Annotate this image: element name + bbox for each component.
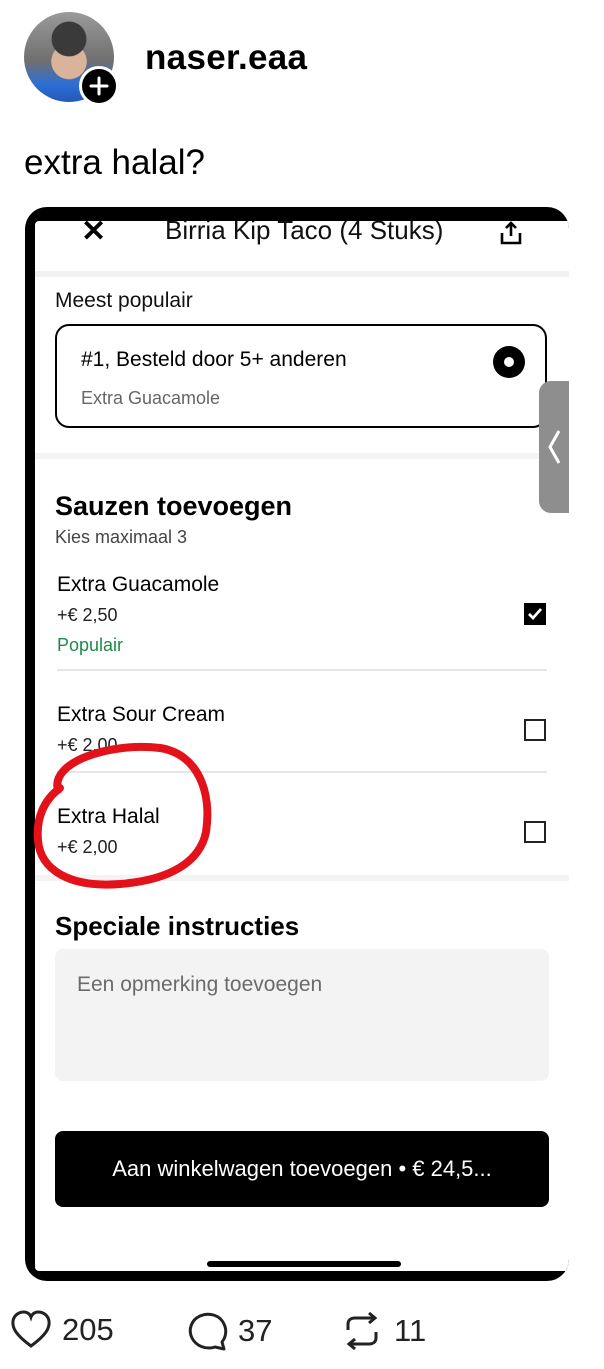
username[interactable]: naser.eaa xyxy=(145,38,307,78)
repost-icon xyxy=(346,1311,378,1351)
popular-card-title: #1, Besteld door 5+ anderen xyxy=(81,348,347,371)
home-indicator xyxy=(207,1261,401,1267)
popular-tag: Populair xyxy=(57,635,124,655)
comment-count: 37 xyxy=(238,1313,273,1348)
share-icon[interactable] xyxy=(499,221,523,250)
option-price: +€ 2,50 xyxy=(57,605,118,625)
checkbox-icon[interactable] xyxy=(524,719,546,741)
chevron-left-icon xyxy=(548,430,561,464)
section-divider xyxy=(35,453,569,459)
special-instructions-input[interactable]: Een opmerking toevoegen xyxy=(55,949,549,1081)
instructions-placeholder: Een opmerking toevoegen xyxy=(77,973,323,996)
popular-option-card[interactable]: #1, Besteld door 5+ anderen Extra Guacam… xyxy=(55,324,547,428)
option-name: Extra Guacamole xyxy=(57,573,220,596)
comment-icon xyxy=(188,1312,228,1351)
item-title: Birria Kip Taco (4 Stuks) xyxy=(165,221,444,245)
sauces-subheading: Kies maximaal 3 xyxy=(55,527,188,547)
popular-section-label: Meest populair xyxy=(55,289,193,312)
close-icon[interactable]: ✕ xyxy=(81,221,106,247)
option-extra-guacamole[interactable]: Extra Guacamole +€ 2,50 Populair xyxy=(35,561,569,675)
checkbox-icon[interactable] xyxy=(524,821,546,843)
option-name: Extra Sour Cream xyxy=(57,703,226,726)
radio-selected-icon[interactable] xyxy=(493,346,525,378)
red-annotation-circle xyxy=(33,743,212,889)
add-to-cart-button[interactable]: Aan winkelwagen toevoegen • € 24,5... xyxy=(55,1131,549,1207)
repost-button[interactable]: 11 xyxy=(340,1310,426,1352)
side-panel-handle[interactable] xyxy=(539,381,569,513)
item-header: ✕ Birria Kip Taco (4 Stuks) xyxy=(35,221,569,277)
heart-icon xyxy=(11,1310,51,1348)
option-divider xyxy=(57,669,547,671)
popular-card-subtitle: Extra Guacamole xyxy=(81,388,221,408)
follow-plus-icon[interactable] xyxy=(79,66,119,106)
instructions-heading: Speciale instructies xyxy=(55,911,300,941)
post-caption: extra halal? xyxy=(24,143,205,182)
checkbox-checked-icon[interactable] xyxy=(524,603,546,625)
like-count: 205 xyxy=(62,1312,114,1347)
like-button[interactable]: 205 xyxy=(10,1310,114,1350)
comment-button[interactable]: 37 xyxy=(186,1310,272,1352)
sauces-heading: Sauzen toevoegen xyxy=(55,491,293,521)
repost-count: 11 xyxy=(394,1313,427,1348)
post-actions: 205 37 11 xyxy=(0,1310,604,1356)
